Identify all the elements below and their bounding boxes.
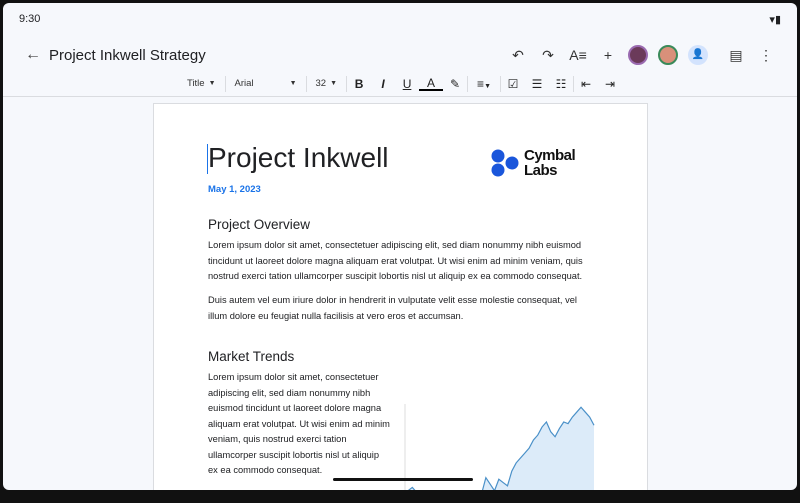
redo-icon[interactable]: ↷ <box>533 47 563 64</box>
undo-icon[interactable]: ↶ <box>503 47 533 64</box>
wifi-battery-icon: ▾▮ <box>769 14 781 26</box>
font-value: Arial <box>234 78 254 89</box>
doc-heading: Project Inkwell <box>208 142 389 173</box>
style-value: Title <box>186 78 205 89</box>
caret-down-icon: ▼ <box>208 80 216 87</box>
paragraph: Lorem ipsum dolor sit amet, consectetuer… <box>208 372 390 475</box>
market-trend-chart <box>404 404 595 490</box>
caret-down-icon: ▼ <box>330 80 338 87</box>
doc-date: May 1, 2023 <box>208 184 261 195</box>
font-dropdown[interactable]: Arial ▼ <box>226 78 306 89</box>
numbered-list-icon[interactable]: ☷ <box>549 77 573 91</box>
status-bar: 9:30 ▾▮ <box>19 13 781 29</box>
back-arrow-icon[interactable]: ← <box>25 46 41 64</box>
size-dropdown[interactable]: 32 ▼ <box>307 78 347 89</box>
clock: 9:30 <box>19 13 41 25</box>
avatar[interactable] <box>628 45 648 65</box>
align-icon[interactable]: ≡▼ <box>468 77 500 91</box>
logo-dots-icon <box>491 149 519 177</box>
comment-icon[interactable]: ▤ <box>721 47 751 64</box>
increase-indent-icon[interactable]: ⇥ <box>598 77 622 91</box>
app-bar: ← Project Inkwell Strategy ↶ ↷ A≡ + 👤 ▤ … <box>3 41 797 69</box>
more-vert-icon[interactable]: ⋮ <box>751 47 781 64</box>
share-person-add-icon[interactable]: 👤 <box>688 45 708 65</box>
underline-icon[interactable]: U <box>395 77 419 91</box>
checklist-icon[interactable]: ☑ <box>501 77 525 91</box>
cymbal-labs-logo: Cymbal Labs <box>490 148 584 178</box>
bold-icon[interactable]: B <box>347 77 371 91</box>
highlighter-icon[interactable]: ✎ <box>443 77 467 91</box>
style-dropdown[interactable]: Title ▼ <box>178 78 225 89</box>
paragraph: Duis autem vel eum iriure dolor in hendr… <box>208 295 577 321</box>
caret-down-icon: ▼ <box>289 80 297 87</box>
size-value: 32 <box>315 78 327 89</box>
home-indicator[interactable] <box>333 478 473 481</box>
screen: 9:30 ▾▮ ← Project Inkwell Strategy ↶ ↷ A… <box>3 3 797 490</box>
text-color-icon[interactable]: A <box>419 77 444 91</box>
add-icon[interactable]: + <box>593 47 623 63</box>
italic-icon[interactable]: I <box>371 77 395 91</box>
logo-text: Cymbal Labs <box>524 147 576 179</box>
avatar[interactable] <box>658 45 678 65</box>
bulleted-list-icon[interactable]: ☰ <box>525 77 549 91</box>
format-toolbar: Title ▼ Arial ▼ 32 ▼ B I U A ✎ ≡▼ ☑ ☰ ☷ ⇤ ⇥ <box>3 71 797 97</box>
paragraph: Lorem ipsum dolor sit amet, consectetuer… <box>208 240 583 281</box>
section-heading: Market Trends <box>208 349 295 364</box>
document-page[interactable]: Project Inkwell May 1, 2023 Cymbal Labs … <box>153 103 648 490</box>
section-heading: Project Overview <box>208 217 311 232</box>
decrease-indent-icon[interactable]: ⇤ <box>574 77 598 91</box>
text-format-icon[interactable]: A≡ <box>563 47 593 63</box>
document-title[interactable]: Project Inkwell Strategy <box>49 47 206 64</box>
